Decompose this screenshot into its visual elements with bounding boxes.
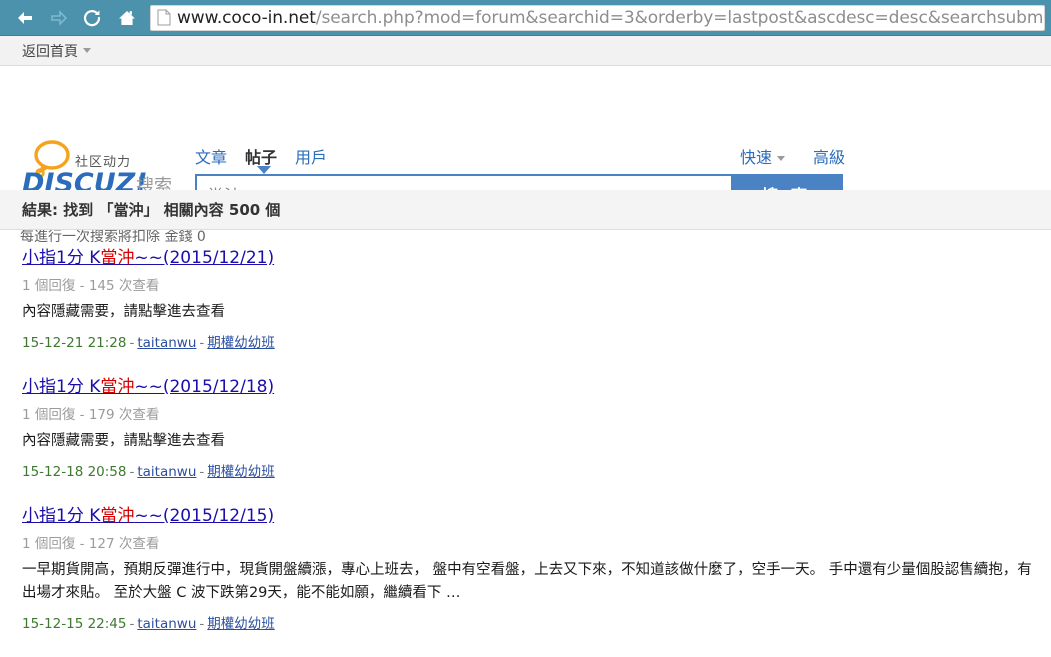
forward-arrow-icon — [48, 8, 70, 28]
result-summary-text: 結果: 找到 「當沖」 相關內容 500 個 — [22, 201, 281, 219]
result-title-highlight: 當沖 — [100, 377, 135, 397]
back-button[interactable] — [8, 3, 42, 33]
result-stats: 1 個回復 - 179 次查看 — [22, 407, 160, 423]
result-stats: 1 個回復 - 145 次查看 — [22, 278, 160, 294]
chevron-down-icon[interactable] — [83, 48, 91, 53]
search-type-tabs: 文章 帖子 用戶 快速 高級 — [195, 148, 845, 168]
home-icon — [116, 8, 138, 28]
page-document-icon — [157, 9, 171, 26]
return-home-link[interactable]: 返回首頁 — [22, 41, 78, 61]
result-title-pre: 小指1分 K — [22, 506, 101, 526]
search-results-list: 小指1分 K當沖~~(2015/12/21) 1 個回復 - 145 次查看 內… — [0, 231, 1051, 657]
result-snippet: 內容隱藏需要，請點擊進去查看 — [22, 304, 225, 320]
reload-icon — [82, 8, 104, 28]
result-snippet: 一早期貨開高，預期反彈進行中，現貨開盤續漲，專心上班去， 盤中有空看盤，上去又下… — [22, 562, 1032, 601]
result-author-link[interactable]: taitanwu — [137, 335, 196, 351]
result-title-post: ~~(2015/12/21) — [134, 248, 275, 268]
result-date: 15-12-15 22:45 — [22, 616, 127, 632]
tab-posts[interactable]: 帖子 — [245, 148, 277, 168]
result-author-link[interactable]: taitanwu — [137, 464, 196, 480]
result-title-post: ~~(2015/12/15) — [134, 506, 275, 526]
meta-separator: - — [199, 335, 205, 351]
quick-search-label: 快速 — [739, 148, 772, 167]
list-item: 小指1分 K當沖~~(2015/12/18) 1 個回復 - 179 次查看 內… — [22, 376, 1051, 480]
result-title-link[interactable]: 小指1分 K當沖~~(2015/12/21) — [22, 247, 274, 269]
meta-separator: - — [129, 616, 135, 632]
result-summary-bar: 結果: 找到 「當沖」 相關內容 500 個 — [0, 190, 1051, 230]
result-title-pre: 小指1分 K — [22, 248, 101, 268]
meta-separator: - — [199, 464, 205, 480]
meta-separator: - — [129, 335, 135, 351]
result-meta: 15-12-15 22:45- taitanwu - 期權幼幼班 — [22, 612, 1051, 632]
result-title-post: ~~(2015/12/18) — [134, 377, 275, 397]
result-date: 15-12-21 21:28 — [22, 335, 127, 351]
forward-button[interactable] — [42, 3, 76, 33]
address-bar[interactable]: www.coco-in.net/search.php?mod=forum&sea… — [150, 4, 1045, 31]
result-title-highlight: 當沖 — [100, 248, 135, 268]
result-meta: 15-12-21 21:28- taitanwu - 期權幼幼班 — [22, 331, 1051, 351]
chevron-down-icon[interactable] — [776, 156, 785, 161]
result-date: 15-12-18 20:58 — [22, 464, 127, 480]
result-title-link[interactable]: 小指1分 K當沖~~(2015/12/18) — [22, 376, 274, 398]
tab-users[interactable]: 用戶 — [295, 148, 327, 168]
reload-button[interactable] — [76, 3, 110, 33]
search-header: 社区动力 DISCUZ! 搜索 文章 帖子 用戶 快速 高級 搜 索 每進行一次… — [0, 66, 1051, 245]
home-button[interactable] — [110, 3, 144, 33]
address-bar-text: www.coco-in.net/search.php?mod=forum&sea… — [177, 7, 1045, 28]
result-forum-link[interactable]: 期權幼幼班 — [207, 464, 275, 480]
list-item: 小指1分 K當沖~~(2015/12/15) 1 個回復 - 127 次查看 一… — [22, 505, 1051, 632]
result-snippet: 內容隱藏需要，請點擊進去查看 — [22, 433, 225, 449]
result-author-link[interactable]: taitanwu — [137, 616, 196, 632]
meta-separator: - — [129, 464, 135, 480]
tab-articles[interactable]: 文章 — [195, 148, 227, 168]
browser-toolbar: www.coco-in.net/search.php?mod=forum&sea… — [0, 0, 1051, 36]
result-title-pre: 小指1分 K — [22, 377, 101, 397]
list-item: 小指1分 K當沖~~(2015/12/21) 1 個回復 - 145 次查看 內… — [22, 247, 1051, 351]
search-mode-links: 快速 高級 — [712, 148, 845, 168]
result-stats: 1 個回復 - 127 次查看 — [22, 536, 160, 552]
quick-search-link[interactable]: 快速 — [740, 148, 785, 168]
active-tab-pointer-icon — [257, 166, 271, 174]
result-forum-link[interactable]: 期權幼幼班 — [207, 335, 275, 351]
back-arrow-icon — [14, 8, 36, 28]
address-bar-host: www.coco-in.net — [177, 7, 316, 28]
site-top-nav: 返回首頁 — [0, 36, 1051, 66]
result-forum-link[interactable]: 期權幼幼班 — [207, 616, 275, 632]
result-meta: 15-12-18 20:58- taitanwu - 期權幼幼班 — [22, 460, 1051, 480]
result-title-link[interactable]: 小指1分 K當沖~~(2015/12/15) — [22, 505, 274, 527]
result-title-highlight: 當沖 — [100, 506, 135, 526]
address-bar-path: /search.php?mod=forum&searchid=3&orderby… — [315, 7, 1045, 28]
meta-separator: - — [199, 616, 205, 632]
advanced-search-link[interactable]: 高級 — [813, 148, 845, 168]
